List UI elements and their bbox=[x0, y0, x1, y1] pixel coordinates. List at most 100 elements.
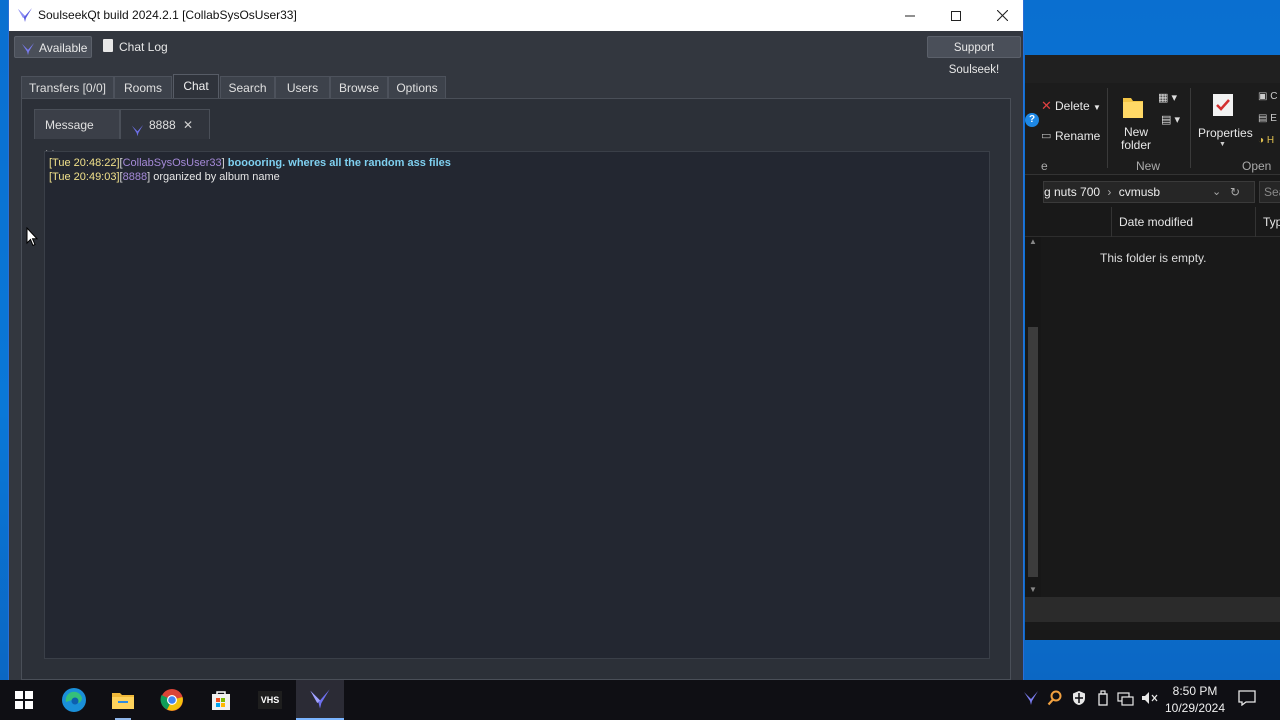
soulseek-taskbar-icon[interactable] bbox=[296, 680, 344, 720]
column-type[interactable]: Typ bbox=[1263, 215, 1280, 229]
new-item-icon[interactable]: ▦ ▾ bbox=[1158, 91, 1177, 104]
window-titlebar[interactable]: SoulseekQt build 2024.2.1 [CollabSysOsUs… bbox=[9, 0, 1023, 31]
chevron-up-icon[interactable]: ▲ bbox=[1029, 237, 1037, 246]
message-username[interactable]: CollabSysOsUser33 bbox=[123, 157, 222, 169]
store-taskbar-icon[interactable] bbox=[197, 680, 245, 720]
tab-users[interactable]: Users bbox=[275, 76, 330, 99]
message-timestamp: [Tue 20:49:03] bbox=[49, 171, 120, 183]
new-folder-label-line1: New bbox=[1124, 125, 1149, 139]
file-explorer-taskbar-icon[interactable] bbox=[99, 680, 147, 720]
private-chat-label: 8888 bbox=[149, 118, 176, 132]
security-tray-icon[interactable] bbox=[1070, 690, 1088, 710]
file-explorer-window: ? ✕ Delete ▼ ▭ Rename e New folder New ▦… bbox=[1025, 55, 1280, 640]
open-group-label: Open bbox=[1242, 159, 1272, 173]
volume-muted-tray-icon[interactable] bbox=[1141, 690, 1159, 710]
edit-icon[interactable]: ▤ E bbox=[1258, 113, 1277, 124]
folder-icon bbox=[1122, 93, 1144, 122]
column-date-modified[interactable]: Date modified bbox=[1119, 215, 1193, 229]
tab-rooms[interactable]: Rooms bbox=[114, 76, 172, 99]
message-text: booooring. wheres all the random ass fil… bbox=[227, 157, 451, 169]
vhs-taskbar-icon[interactable]: VHS bbox=[246, 680, 294, 720]
properties-button[interactable]: Properties bbox=[1198, 126, 1253, 140]
rename-button[interactable]: Rename bbox=[1055, 129, 1100, 143]
taskbar: VHS 8:50 PM 10/29/2024 bbox=[0, 680, 1280, 720]
chat-message: [Tue 20:49:03][8888] organized by album … bbox=[49, 171, 280, 183]
tab-options[interactable]: Options bbox=[388, 76, 446, 99]
history-icon[interactable]: ◑ H bbox=[1258, 135, 1274, 146]
start-button[interactable] bbox=[0, 680, 48, 720]
soulseek-tray-icon[interactable] bbox=[1022, 690, 1040, 710]
status-button[interactable]: Available bbox=[14, 36, 92, 58]
message-username[interactable]: 8888 bbox=[123, 171, 147, 183]
search-placeholder: Sear bbox=[1264, 185, 1280, 199]
delete-button[interactable]: Delete ▼ bbox=[1055, 99, 1101, 113]
new-group-label: New bbox=[1136, 159, 1161, 173]
search-tray-icon[interactable] bbox=[1046, 690, 1064, 710]
tab-search[interactable]: Search bbox=[220, 76, 275, 99]
chrome-taskbar-icon[interactable] bbox=[148, 680, 196, 720]
delete-icon: ✕ bbox=[1041, 98, 1052, 113]
bracket-close: ] bbox=[147, 171, 151, 183]
refresh-icon[interactable]: ↻ bbox=[1230, 182, 1240, 202]
maximize-button[interactable] bbox=[933, 0, 979, 31]
network-tray-icon[interactable] bbox=[1117, 690, 1135, 710]
column-header-row: Date modified Typ bbox=[1025, 207, 1280, 237]
close-button[interactable] bbox=[979, 0, 1025, 31]
breadcrumb-item[interactable]: g nuts 700 bbox=[1044, 185, 1100, 199]
soulseek-bird-icon bbox=[21, 41, 35, 63]
support-soulseek-button[interactable]: Support Soulseek! bbox=[927, 36, 1021, 76]
soulseek-logo-icon bbox=[17, 7, 33, 26]
message-timestamp: [Tue 20:48:22] bbox=[49, 157, 120, 169]
tab-browse[interactable]: Browse bbox=[330, 76, 388, 99]
mouse-pointer-icon bbox=[26, 226, 39, 250]
tab-chat[interactable]: Chat bbox=[173, 74, 219, 99]
usb-tray-icon[interactable] bbox=[1094, 690, 1112, 710]
empty-folder-message: This folder is empty. bbox=[1100, 251, 1207, 265]
chat-log-label: Chat Log bbox=[119, 40, 168, 54]
edge-taskbar-icon[interactable] bbox=[50, 680, 98, 720]
explorer-ribbon: ? ✕ Delete ▼ ▭ Rename e New folder New ▦… bbox=[1025, 83, 1280, 175]
chevron-down-icon[interactable]: ▼ bbox=[1029, 585, 1037, 594]
new-folder-button[interactable]: New folder bbox=[1121, 126, 1151, 152]
chevron-down-icon: ▼ bbox=[1093, 103, 1101, 112]
notification-center-icon[interactable] bbox=[1238, 690, 1256, 710]
windows-logo-icon bbox=[15, 691, 33, 709]
open-icon[interactable]: ▣ C bbox=[1258, 91, 1277, 102]
tab-private-chat[interactable]: 8888 ✕ bbox=[120, 109, 210, 139]
vhs-label: VHS bbox=[258, 691, 282, 709]
minimize-button[interactable] bbox=[887, 0, 933, 31]
chevron-down-icon[interactable]: ⌄ bbox=[1212, 182, 1221, 202]
column-divider bbox=[1255, 207, 1256, 237]
search-field[interactable]: Sear bbox=[1259, 181, 1280, 203]
chat-message: [Tue 20:48:22][CollabSysOsUser33] boooor… bbox=[49, 157, 451, 169]
taskbar-clock[interactable]: 8:50 PM 10/29/2024 bbox=[1160, 683, 1230, 717]
explorer-top-strip bbox=[1025, 55, 1280, 83]
chat-messages-area[interactable]: [Tue 20:48:22][CollabSysOsUser33] boooor… bbox=[44, 151, 990, 659]
explorer-status-bar bbox=[1025, 597, 1280, 622]
clock-time: 8:50 PM bbox=[1172, 684, 1218, 698]
document-icon bbox=[103, 39, 113, 52]
status-label: Available bbox=[39, 41, 88, 55]
message-text: organized by album name bbox=[153, 171, 280, 183]
soulseek-main: Available Chat Log Support Soulseek! Tra… bbox=[9, 31, 1023, 715]
tab-message-list[interactable]: Message List bbox=[34, 109, 120, 162]
delete-label: Delete bbox=[1055, 99, 1090, 113]
soulseek-bird-icon bbox=[131, 118, 144, 148]
chevron-down-icon: ▼ bbox=[1219, 141, 1226, 148]
ribbon-divider bbox=[1190, 88, 1191, 168]
close-tab-icon[interactable]: ✕ bbox=[183, 110, 193, 140]
easy-access-icon[interactable]: ▤ ▾ bbox=[1161, 113, 1180, 126]
tab-transfers[interactable]: Transfers [0/0] bbox=[21, 76, 114, 99]
chevron-right-icon: › bbox=[1107, 185, 1112, 199]
window-title: SoulseekQt build 2024.2.1 [CollabSysOsUs… bbox=[38, 8, 297, 22]
chat-panel: Message List 8888 ✕ [Tue 20:48:22][Colla… bbox=[21, 98, 1011, 715]
ribbon-divider bbox=[1107, 88, 1108, 168]
chat-log-button[interactable]: Chat Log bbox=[101, 36, 168, 58]
soulseek-window: SoulseekQt build 2024.2.1 [CollabSysOsUs… bbox=[8, 0, 1024, 715]
explorer-scrollbar[interactable]: ▲ ▼ bbox=[1025, 237, 1041, 597]
help-icon[interactable]: ? bbox=[1025, 113, 1039, 127]
column-divider bbox=[1111, 207, 1112, 237]
breadcrumb-item[interactable]: cvmusb bbox=[1119, 185, 1160, 199]
scrollbar-thumb[interactable] bbox=[1028, 327, 1038, 577]
address-bar[interactable]: g nuts 700 › cvmusb ⌄ ↻ bbox=[1043, 181, 1255, 203]
